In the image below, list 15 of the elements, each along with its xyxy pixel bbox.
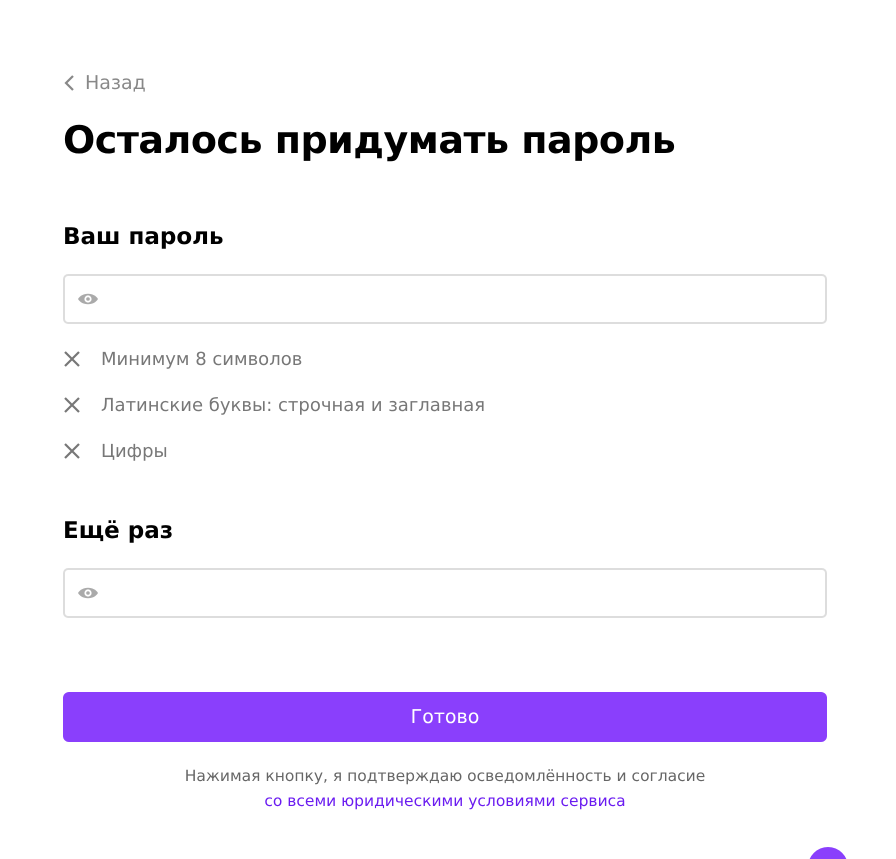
eye-icon[interactable] — [77, 292, 99, 306]
consent-text: Нажимая кнопку, я подтверждаю осведомлённость и согласие со всеми юридическими условиями сервиса — [184, 766, 706, 812]
eye-icon[interactable] — [77, 586, 99, 600]
password-field[interactable] — [63, 274, 827, 324]
chevron-left-icon — [63, 74, 75, 92]
back-link[interactable]: Назад — [63, 72, 146, 94]
terms-link[interactable]: со всеми юридическими условиями сервиса — [264, 792, 626, 810]
field-label: Ещё раз — [63, 518, 174, 544]
field-label: Ваш пароль — [63, 224, 225, 250]
page-title: Осталось придумать пароль — [63, 118, 676, 162]
requirement-text: Латинские буквы: строчная и заглавная — [101, 394, 486, 416]
password-field[interactable] — [63, 568, 827, 618]
requirement-text: Минимум 8 символов — [101, 348, 302, 370]
requirement-text: Цифры — [101, 440, 168, 462]
submit-button[interactable]: Готово — [63, 692, 827, 742]
